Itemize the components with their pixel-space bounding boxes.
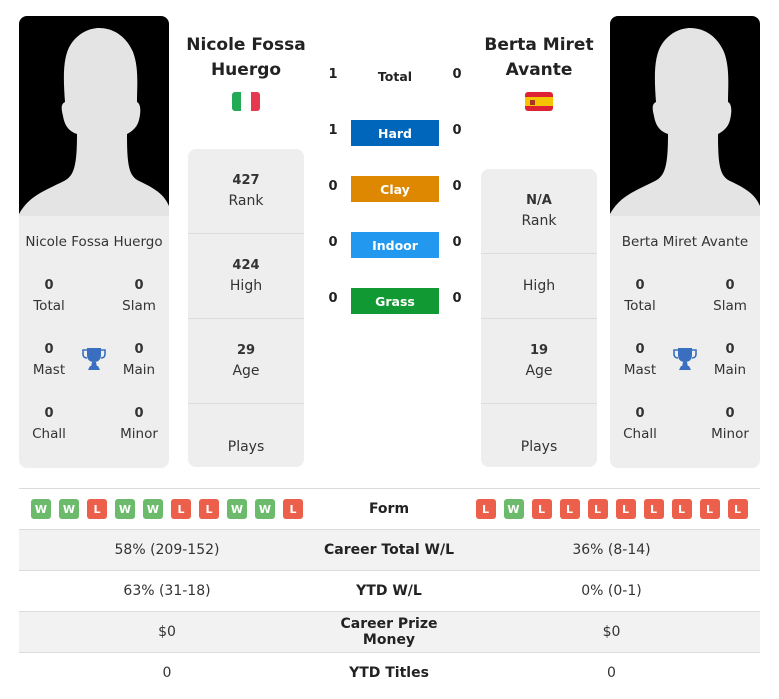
ytd-titles-row: 0 YTD Titles 0 [19, 652, 760, 693]
player1-career-wl: 58% (209-152) [114, 542, 220, 558]
form-loss-badge[interactable]: L [475, 499, 496, 519]
h2h-clay-p1: 0 [328, 179, 338, 194]
player1-card: Nicole Fossa Huergo 0 Total 0 Slam 0 Mast 0… [19, 16, 169, 468]
player1-total-titles: 0 Total [33, 278, 65, 314]
player2-ytd-wl: 0% (0-1) [581, 583, 642, 599]
player2-age: 19 Age [481, 319, 597, 404]
form-loss-badge[interactable]: L [283, 499, 303, 519]
surface-indoor[interactable]: Indoor [351, 232, 439, 258]
player1-slam-titles: 0 Slam [122, 278, 156, 314]
form-win-badge[interactable]: W [255, 499, 275, 519]
player2-rank: N/A Rank [481, 169, 597, 254]
player2-ytd-titles: 0 [607, 665, 616, 681]
ytd-wl-row: 63% (31-18) YTD W/L 0% (0-1) [19, 570, 760, 611]
form-win-badge[interactable]: W [227, 499, 247, 519]
player1-prize: $0 [158, 624, 176, 640]
h2h-indoor-p2: 0 [452, 235, 462, 250]
player2-card: Berta Miret Avante 0 Total 0 Slam 0 Mast 0M… [610, 16, 760, 468]
h2h-grass-p2: 0 [452, 291, 462, 306]
player2-prize: $0 [602, 624, 621, 640]
player1-age: 29 Age [188, 319, 304, 404]
ytd-titles-label: YTD Titles [349, 665, 429, 681]
h2h-indoor-p1: 0 [328, 235, 338, 250]
spain-flag-icon [525, 92, 553, 111]
trophy-icon [673, 348, 697, 370]
player2-photo [610, 16, 760, 216]
player2-main-titles: 0 Main [713, 342, 747, 378]
h2h-total-p2: 0 [452, 67, 462, 82]
player1-chall-titles: 0 Chall [32, 406, 66, 442]
h2h-total-p1: 1 [328, 67, 338, 82]
form-loss-badge[interactable]: L [559, 499, 580, 519]
form-loss-badge[interactable]: L [727, 499, 748, 519]
player1-form: WWLWWLLWWL [19, 499, 315, 519]
player1-name-small: Nicole Fossa Huergo [25, 234, 163, 250]
form-loss-badge[interactable]: L [671, 499, 692, 519]
h2h-total-label: Total [377, 69, 413, 84]
form-row: WWLWWLLWWL Form LWLLLLLLLL [19, 488, 760, 529]
ytd-wl-label: YTD W/L [356, 583, 422, 599]
player1-minor-titles: 0 Minor [120, 406, 158, 442]
player2-name[interactable]: Berta Miret Avante [474, 33, 604, 83]
prize-label: Career Prize Money [340, 616, 438, 648]
form-loss-badge[interactable]: L [615, 499, 636, 519]
silhouette-icon [610, 28, 760, 216]
form-label: Form [368, 501, 410, 517]
form-win-badge[interactable]: W [115, 499, 135, 519]
h2h-hard-p2: 0 [452, 123, 462, 138]
player1-ytd-titles: 0 [162, 665, 172, 681]
form-loss-badge[interactable]: L [87, 499, 107, 519]
form-win-badge[interactable]: W [143, 499, 163, 519]
comparison-table: WWLWWLLWWL Form LWLLLLLLLL 58% (209-152)… [19, 488, 760, 693]
player2-mast-titles: 0 Mast [623, 342, 657, 378]
silhouette-icon [19, 28, 169, 216]
player2-minor-titles: 0 Minor [711, 406, 749, 442]
form-win-badge[interactable]: W [31, 499, 51, 519]
player2-chall-titles: 0 Chall [623, 406, 657, 442]
form-loss-badge[interactable]: L [699, 499, 720, 519]
player2-slam-titles: 0 Slam [713, 278, 747, 314]
surface-clay[interactable]: Clay [351, 176, 439, 202]
player1-ytd-wl: 63% (31-18) [123, 583, 211, 599]
player1-stats: 427 Rank 424 High 29 Age Plays [188, 149, 304, 467]
form-loss-badge[interactable]: L [531, 499, 552, 519]
player1-high: 424 High [188, 234, 304, 319]
player1-main-titles: 0 Main [122, 342, 156, 378]
player2-career-wl: 36% (8-14) [572, 542, 651, 558]
player1-plays: Plays [227, 438, 265, 455]
h2h-clay-p2: 0 [452, 179, 462, 194]
form-loss-badge[interactable]: L [643, 499, 664, 519]
player1-rank: 427 Rank [188, 149, 304, 234]
surface-grass[interactable]: Grass [351, 288, 439, 314]
career-wl-label: Career Total W/L [324, 542, 454, 558]
career-wl-row: 58% (209-152) Career Total W/L 36% (8-14… [19, 529, 760, 570]
player2-total-titles: 0 Total [624, 278, 656, 314]
h2h-grass-p1: 0 [328, 291, 338, 306]
player2-name-small: Berta Miret Avante [621, 234, 749, 250]
prize-row: $0 Career Prize Money $0 [19, 611, 760, 652]
player1-photo [19, 16, 169, 216]
player2-plays: Plays [520, 438, 558, 455]
player2-stats: N/A Rank High 19 Age Plays [481, 169, 597, 467]
player2-form: LWLLLLLLLL [463, 499, 760, 519]
player1-mast-titles: 0 Mast [32, 342, 66, 378]
surface-hard[interactable]: Hard [351, 120, 439, 146]
player2-high: High [481, 254, 597, 319]
italy-flag-icon [232, 92, 260, 111]
form-loss-badge[interactable]: L [199, 499, 219, 519]
form-win-badge[interactable]: W [59, 499, 79, 519]
form-win-badge[interactable]: W [503, 499, 524, 519]
h2h-hard-p1: 1 [328, 123, 338, 138]
trophy-icon [82, 348, 106, 370]
form-loss-badge[interactable]: L [171, 499, 191, 519]
player1-name[interactable]: Nicole Fossa Huergo [181, 33, 311, 83]
form-loss-badge[interactable]: L [587, 499, 608, 519]
